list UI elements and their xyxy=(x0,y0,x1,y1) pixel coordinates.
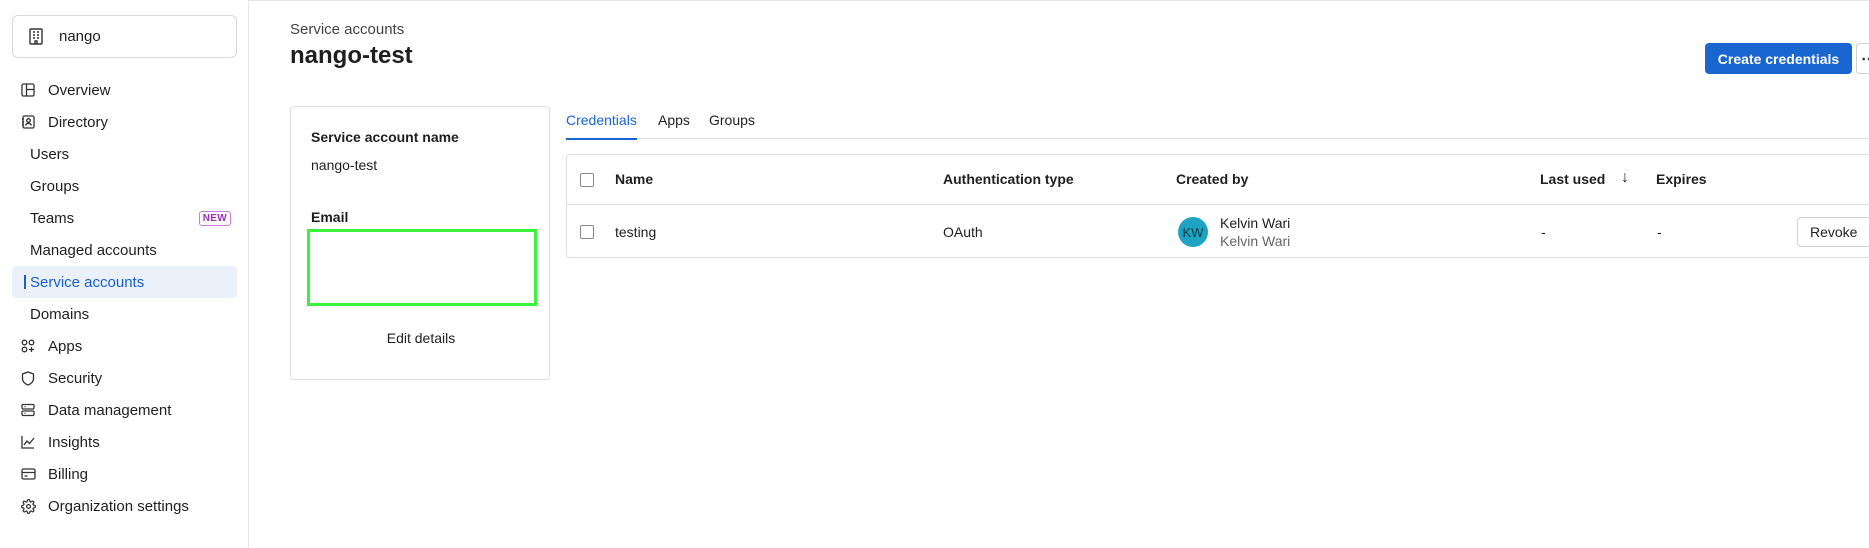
sidebar-item-organization-settings[interactable]: Organization settings xyxy=(12,490,237,522)
sidebar-item-managed-accounts[interactable]: Managed accounts xyxy=(12,234,237,266)
auth-type: OAuth xyxy=(943,224,983,240)
email-label: Email xyxy=(311,209,349,225)
create-credentials-button[interactable]: Create credentials xyxy=(1705,43,1852,74)
sidebar-item-label: Service accounts xyxy=(30,273,145,291)
breadcrumb[interactable]: Service accounts xyxy=(290,21,404,38)
creator-secondary: Kelvin Wari xyxy=(1220,233,1291,249)
row-checkbox[interactable] xyxy=(580,225,594,239)
gear-icon xyxy=(20,498,36,514)
tab-apps[interactable]: Apps xyxy=(658,112,690,139)
last-used-value: - xyxy=(1541,224,1546,240)
sidebar-item-label: Overview xyxy=(48,81,111,99)
tab-groups[interactable]: Groups xyxy=(709,112,755,139)
org-switcher[interactable]: nango xyxy=(12,15,237,58)
column-header-last-used[interactable]: Last used xyxy=(1540,171,1605,187)
sidebar-item-label: Data management xyxy=(48,401,172,419)
contacts-icon xyxy=(20,114,36,130)
sidebar-item-label: Apps xyxy=(48,337,83,355)
sidebar-item-label: Insights xyxy=(48,433,100,451)
sidebar-item-domains[interactable]: Domains xyxy=(12,298,237,330)
edit-details-button[interactable]: Edit details xyxy=(291,330,551,346)
sidebar-item-teams[interactable]: Teams NEW xyxy=(12,202,237,234)
shield-icon xyxy=(20,370,36,386)
sidebar-item-label: Groups xyxy=(30,177,80,195)
sidebar-item-directory[interactable]: Directory xyxy=(12,106,237,138)
sidebar-item-label: Organization settings xyxy=(48,497,189,515)
sidebar-item-billing[interactable]: Billing xyxy=(12,458,237,490)
column-header-name[interactable]: Name xyxy=(615,171,653,187)
column-header-expires[interactable]: Expires xyxy=(1656,171,1707,187)
creator-name: Kelvin Wari xyxy=(1220,215,1291,231)
sidebar-item-service-accounts[interactable]: Service accounts xyxy=(12,266,237,298)
sidebar-item-label: Users xyxy=(30,145,70,163)
building-icon xyxy=(27,28,45,46)
service-account-name-label: Service account name xyxy=(311,129,459,145)
new-badge: NEW xyxy=(198,211,231,226)
sidebar-item-users[interactable]: Users xyxy=(12,138,237,170)
sidebar-item-overview[interactable]: Overview xyxy=(12,74,237,106)
revoke-button[interactable]: Revoke xyxy=(1797,217,1869,247)
database-icon xyxy=(20,402,36,418)
sidebar-item-data-management[interactable]: Data management xyxy=(12,394,237,426)
sidebar-item-label: Billing xyxy=(48,465,89,483)
page-title: nango-test xyxy=(290,42,413,69)
layout-icon xyxy=(20,82,36,98)
sidebar: nango Overview Directory Users Groups Te… xyxy=(0,0,249,548)
sidebar-item-apps[interactable]: Apps xyxy=(12,330,237,362)
sidebar-item-label: Directory xyxy=(48,113,109,131)
sidebar-nav: Overview Directory Users Groups Teams NE… xyxy=(12,74,237,522)
expires-value: - xyxy=(1657,224,1662,240)
card-icon xyxy=(20,466,36,482)
service-account-name-value: nango-test xyxy=(311,157,378,173)
sidebar-item-label: Managed accounts xyxy=(30,241,157,259)
details-card: Service account name nango-test Email Ed… xyxy=(290,106,550,380)
top-divider xyxy=(249,0,1869,1)
table-row[interactable]: testing OAuth KW Kelvin Wari Kelvin Wari… xyxy=(567,206,1869,258)
more-options-button[interactable]: ⋯ xyxy=(1856,43,1869,74)
sidebar-item-security[interactable]: Security xyxy=(12,362,237,394)
tab-credentials[interactable]: Credentials xyxy=(566,112,637,140)
sort-down-icon[interactable]: ↓ xyxy=(1621,169,1629,187)
sidebar-item-insights[interactable]: Insights xyxy=(12,426,237,458)
credential-name: testing xyxy=(615,224,657,240)
column-header-auth-type[interactable]: Authentication type xyxy=(943,171,1074,187)
apps-icon xyxy=(20,338,36,354)
email-value-highlight xyxy=(307,229,537,306)
sidebar-item-groups[interactable]: Groups xyxy=(12,170,237,202)
sidebar-item-label: Teams xyxy=(30,209,75,227)
column-header-created-by[interactable]: Created by xyxy=(1176,171,1248,187)
avatar: KW xyxy=(1178,217,1208,247)
sidebar-item-label: Security xyxy=(48,369,103,387)
credentials-table: Name Authentication type Created by Last… xyxy=(566,154,1869,258)
more-icon: ⋯ xyxy=(1861,50,1869,68)
org-name: nango xyxy=(59,28,101,45)
select-all-checkbox[interactable] xyxy=(580,173,594,187)
chart-icon xyxy=(20,434,36,450)
tab-bar: Credentials Apps Groups xyxy=(566,112,1869,140)
table-header: Name Authentication type Created by Last… xyxy=(567,155,1869,205)
sidebar-item-label: Domains xyxy=(30,305,90,323)
